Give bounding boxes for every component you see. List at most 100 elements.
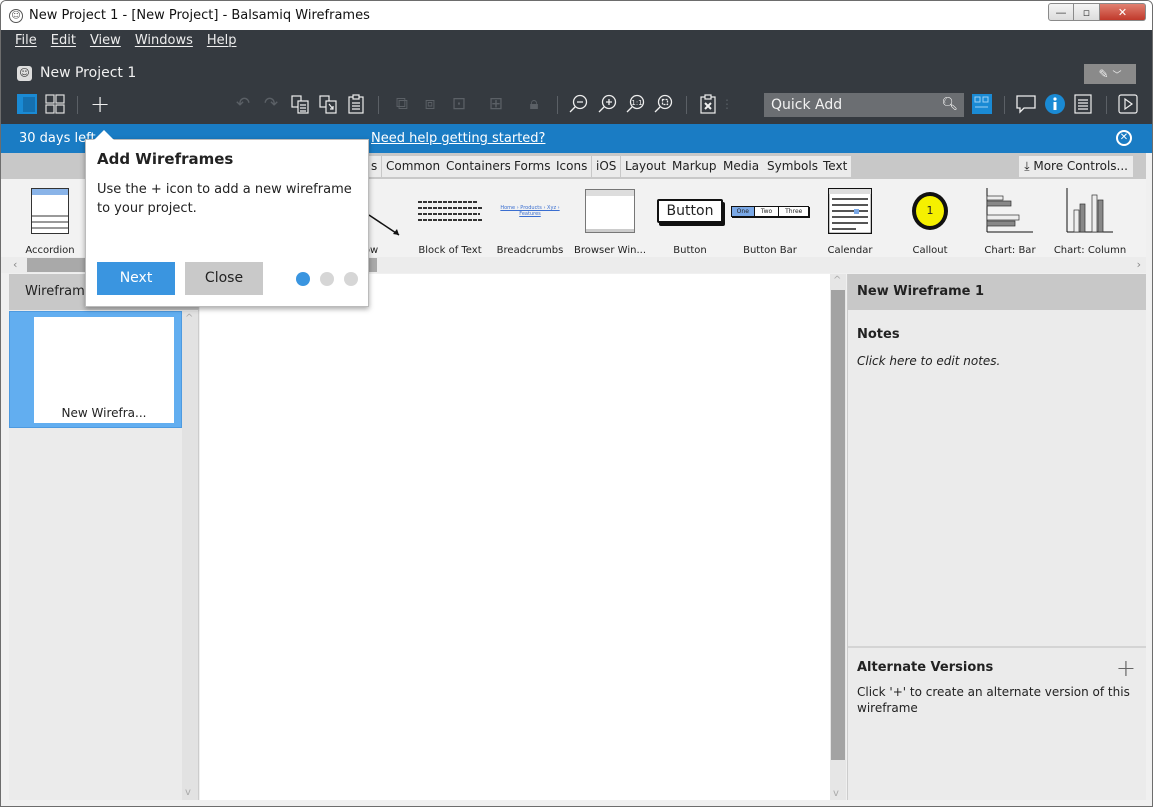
- project-name[interactable]: New Project 1: [40, 65, 136, 81]
- duplicate-button[interactable]: [289, 92, 311, 116]
- calendar-thumbnail: [828, 188, 872, 234]
- presentation-button[interactable]: [1117, 92, 1139, 116]
- group-button[interactable]: ⧉: [391, 92, 413, 116]
- scrollbar-thumb[interactable]: [831, 290, 845, 760]
- scroll-down-icon[interactable]: v: [185, 787, 191, 798]
- balsamiq-logo-icon: ☺: [9, 8, 23, 23]
- control-button[interactable]: Button Button: [650, 185, 730, 256]
- control-label: Browser Win...: [573, 245, 647, 256]
- info-icon: [1045, 94, 1065, 114]
- banner-close-button[interactable]: ✕: [1116, 130, 1132, 146]
- popover-body: Use the + icon to add a new wireframe to…: [97, 182, 352, 216]
- tab-common[interactable]: Common: [382, 156, 445, 177]
- quick-add-input[interactable]: Quick Add 🔍︎: [764, 93, 964, 117]
- clear-clipboard-button[interactable]: [697, 92, 719, 116]
- zoom-actual-icon: 1:1: [626, 94, 645, 113]
- wireframe-thumbnail[interactable]: New Wirefra...: [9, 311, 182, 428]
- alternate-versions-heading: Alternate Versions: [857, 660, 994, 675]
- undo-button[interactable]: ↶: [233, 92, 253, 116]
- canvas-scrollbar[interactable]: ^ v: [830, 274, 846, 800]
- zoom-actual-button[interactable]: 1:1: [624, 92, 646, 116]
- next-button[interactable]: Next: [97, 262, 175, 295]
- clone-icon: [319, 95, 337, 114]
- ui-library-button[interactable]: [971, 92, 993, 116]
- notes-field[interactable]: Click here to edit notes.: [848, 354, 1146, 368]
- tab-text[interactable]: Text: [819, 156, 852, 177]
- lock-button[interactable]: 🔒︎: [523, 92, 545, 116]
- tab-layout[interactable]: Layout: [621, 156, 670, 177]
- tab-markup[interactable]: Markup: [668, 156, 721, 177]
- tab-forms[interactable]: Forms: [510, 156, 555, 177]
- notes-button[interactable]: [1072, 92, 1094, 116]
- control-callout[interactable]: 1 Callout: [890, 185, 970, 256]
- help-link[interactable]: Need help getting started?: [371, 124, 545, 153]
- more-controls-button[interactable]: ⤓ More Controls...: [1019, 156, 1133, 177]
- menu-help[interactable]: Help: [200, 33, 244, 48]
- control-calendar[interactable]: Calendar: [810, 185, 890, 256]
- toolbar-overflow-button[interactable]: ⋮: [721, 92, 733, 116]
- svg-text:1:1: 1:1: [631, 99, 642, 107]
- minimize-button[interactable]: —: [1048, 3, 1074, 21]
- button-preview: Button: [656, 199, 724, 223]
- menu-windows[interactable]: Windows: [128, 33, 200, 48]
- control-button-bar[interactable]: One Two Three Button Bar: [730, 185, 810, 256]
- paste-button[interactable]: [346, 92, 366, 116]
- scroll-down-icon[interactable]: v: [833, 788, 839, 799]
- control-block-of-text[interactable]: Block of Text: [410, 185, 490, 256]
- control-chart-bar[interactable]: Chart: Bar: [970, 185, 1050, 256]
- maximize-button[interactable]: ▫: [1074, 3, 1100, 21]
- column-chart-thumbnail: [1066, 188, 1113, 233]
- menu-bar: File Edit View Windows Help: [8, 33, 243, 48]
- clone-button[interactable]: [317, 92, 339, 116]
- zoom-in-icon: [598, 94, 617, 113]
- close-button[interactable]: Close: [185, 262, 263, 295]
- tab-icons[interactable]: Icons: [552, 156, 592, 177]
- step-dot-3[interactable]: [344, 272, 358, 286]
- comments-button[interactable]: [1015, 92, 1037, 116]
- wireframe-canvas[interactable]: [200, 274, 830, 800]
- notes-icon: [1074, 94, 1092, 114]
- tab-all[interactable]: s: [367, 156, 382, 177]
- scroll-up-icon[interactable]: ^: [833, 275, 841, 286]
- more-controls-label: More Controls...: [1033, 159, 1128, 173]
- control-chart-column[interactable]: Chart: Column: [1050, 185, 1130, 256]
- toolbar: + ↶ ↷ ⧉ ⧈ ⊡ ⊞ 🔒︎ 1:1 ⋮ Quick Add 🔍︎: [1, 90, 1152, 120]
- info-button[interactable]: [1044, 92, 1066, 116]
- zoom-in-button[interactable]: [596, 92, 618, 116]
- zoom-out-button[interactable]: [567, 92, 589, 116]
- tab-ios[interactable]: iOS: [592, 156, 621, 177]
- control-breadcrumbs[interactable]: Home › Products › Xyz › Features Breadcr…: [490, 185, 570, 256]
- control-browser-window[interactable]: Browser Win...: [570, 185, 650, 256]
- scroll-right-icon[interactable]: ›: [1137, 257, 1141, 273]
- align-button[interactable]: ⊞: [485, 92, 507, 116]
- clear-clipboard-icon: [700, 94, 716, 114]
- step-dot-1[interactable]: [296, 272, 310, 286]
- close-window-button[interactable]: ✕: [1100, 3, 1146, 21]
- scroll-up-icon[interactable]: ^: [185, 313, 193, 324]
- scroll-left-icon[interactable]: ‹: [13, 257, 17, 273]
- step-dot-2[interactable]: [320, 272, 334, 286]
- redo-button[interactable]: ↷: [261, 92, 281, 116]
- ungroup-button[interactable]: ⧈: [419, 92, 441, 116]
- menu-file[interactable]: File: [8, 33, 44, 48]
- single-view-button[interactable]: [17, 92, 37, 116]
- wireframes-scrollbar[interactable]: ^ v: [182, 311, 198, 800]
- control-accordion[interactable]: Accordion: [10, 185, 90, 256]
- wireframe-title[interactable]: New Wireframe 1: [848, 274, 1146, 310]
- control-label: Button Bar: [743, 245, 797, 256]
- bring-front-button[interactable]: ⊡: [448, 92, 470, 116]
- tab-symbols[interactable]: Symbols: [763, 156, 822, 177]
- menu-edit[interactable]: Edit: [44, 33, 83, 48]
- add-icon: +: [89, 90, 111, 118]
- tab-containers[interactable]: Containers: [442, 156, 515, 177]
- grid-view-button[interactable]: [45, 92, 65, 116]
- close-icon: ✕: [1119, 132, 1129, 143]
- edit-mode-button[interactable]: ✎ ﹀: [1084, 64, 1136, 84]
- menu-view[interactable]: View: [83, 33, 128, 48]
- zoom-fit-button[interactable]: [652, 92, 674, 116]
- redo-icon: ↷: [263, 94, 279, 114]
- tab-media[interactable]: Media: [719, 156, 764, 177]
- add-alternate-button[interactable]: +: [1116, 654, 1136, 682]
- add-wireframe-button[interactable]: +: [89, 90, 111, 118]
- wireframes-panel: Wireframes New Wirefra... ^ v: [9, 274, 199, 800]
